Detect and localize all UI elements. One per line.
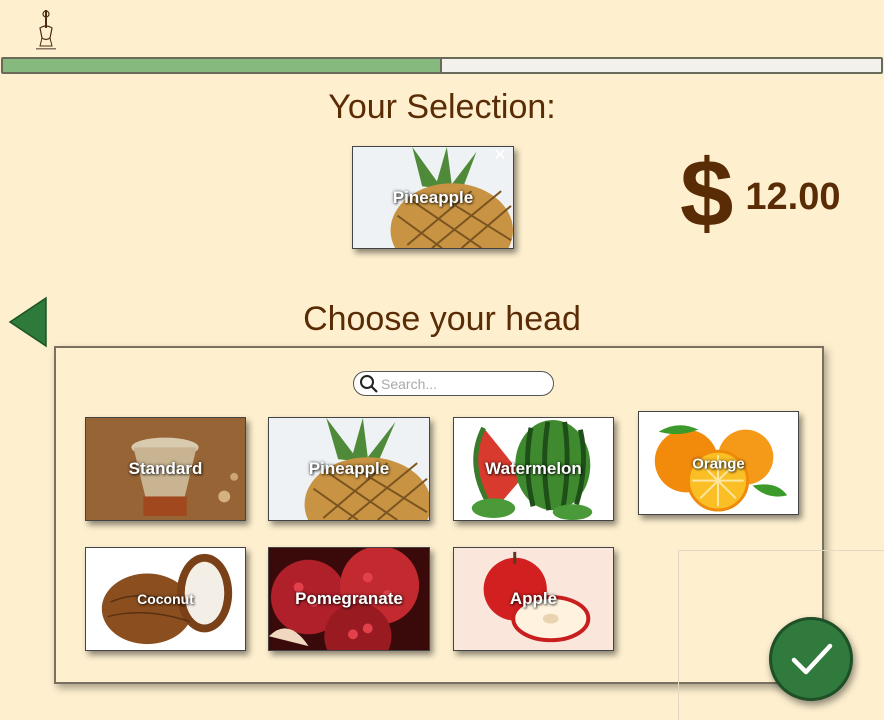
head-option-label: Pineapple (308, 459, 390, 478)
dollar-icon: $ (680, 140, 734, 247)
selected-item-card[interactable]: Pineapple ✕ (352, 146, 514, 249)
search-box[interactable] (353, 371, 554, 396)
checkmark-icon (791, 643, 833, 675)
price-amount: 12.00 (745, 175, 841, 218)
progress-fill (3, 59, 442, 72)
selected-item-label: Pineapple (392, 187, 474, 207)
head-option-watermelon[interactable]: Watermelon (453, 417, 614, 521)
price-display: $ 12.00 (680, 146, 840, 242)
choose-head-title: Choose your head (303, 300, 581, 338)
head-option-standard[interactable]: Standard (85, 417, 246, 521)
head-option-apple[interactable]: Apple (453, 547, 614, 651)
head-option-pineapple[interactable]: Pineapple (268, 417, 430, 521)
hookah-logo (36, 10, 56, 50)
search-icon (360, 374, 378, 393)
head-option-label: Standard (128, 459, 203, 478)
head-option-pomegranate[interactable]: Pomegranate (268, 547, 430, 651)
close-icon[interactable]: ✕ (493, 148, 507, 164)
head-option-orange[interactable]: Orange (638, 411, 799, 515)
head-option-label: Watermelon (485, 459, 582, 478)
head-option-coconut[interactable]: Coconut (85, 547, 246, 651)
confirm-button[interactable] (769, 617, 853, 701)
head-option-label: Coconut (137, 591, 194, 607)
selection-title: Your Selection: (328, 88, 556, 126)
head-option-label: Pomegranate (295, 589, 403, 608)
head-option-label: Apple (509, 589, 558, 608)
search-input[interactable] (381, 375, 551, 392)
progress-bar (1, 57, 883, 74)
head-option-label: Orange (692, 455, 745, 473)
